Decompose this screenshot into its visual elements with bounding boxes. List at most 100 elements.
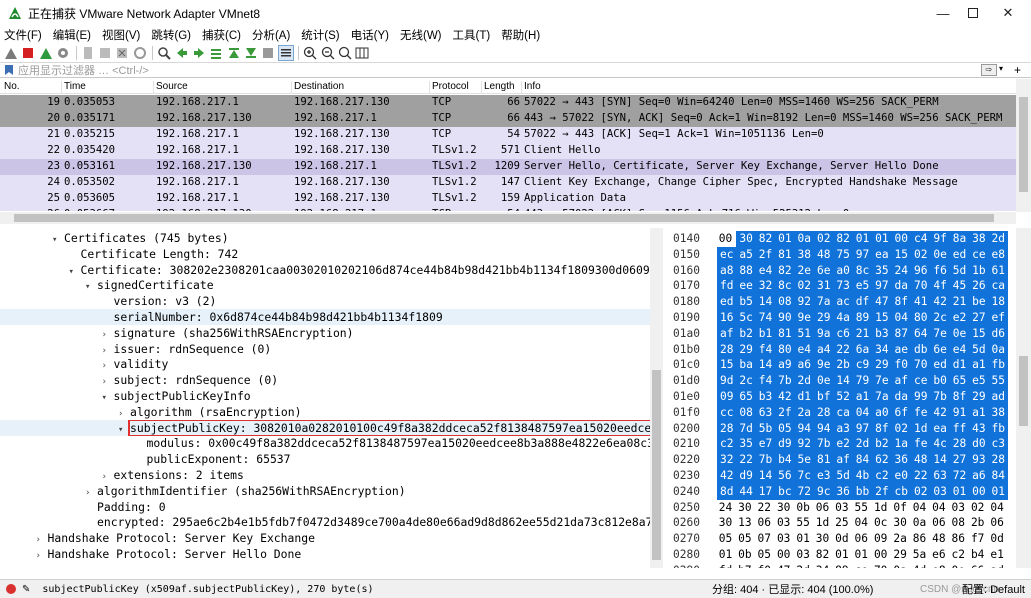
hex-byte[interactable]: 91 (949, 404, 970, 421)
column-length[interactable]: Length (484, 81, 522, 94)
hex-byte[interactable]: 00 (969, 483, 989, 500)
detail-tree-item[interactable]: › extensions: 2 items (0, 467, 650, 483)
detail-tree-item[interactable]: Padding: 0 (0, 499, 650, 515)
hex-byte[interactable]: 55 (988, 373, 1008, 390)
hex-byte[interactable]: fb (988, 420, 1008, 437)
hex-byte[interactable]: 04 (891, 310, 911, 326)
hex-byte[interactable]: 42 (930, 294, 950, 311)
find-packet-icon[interactable] (157, 46, 171, 60)
hex-byte[interactable]: 38 (969, 231, 989, 247)
hex-byte[interactable]: 70 (872, 563, 889, 568)
hex-byte[interactable]: b4 (775, 452, 795, 469)
hex-byte[interactable]: e4 (794, 341, 814, 358)
display-filter-input[interactable]: 应用显示过滤器 … <Ctrl-/> (18, 62, 149, 78)
hex-byte[interactable]: 62 (872, 452, 892, 469)
hex-byte[interactable]: 80 (775, 341, 795, 358)
hex-byte[interactable]: 03 (833, 500, 850, 516)
hex-byte[interactable]: 92 (794, 436, 814, 453)
hex-byte[interactable]: 1d (814, 515, 831, 531)
hex-byte[interactable]: 0c (872, 515, 889, 531)
hex-byte[interactable]: 35 (872, 262, 892, 279)
hex-byte[interactable]: 15 (717, 357, 737, 374)
hex-byte[interactable]: c2 (950, 547, 967, 563)
expand-right-icon[interactable]: › (102, 374, 114, 388)
hex-byte[interactable]: 7a (814, 294, 834, 311)
hex-byte[interactable]: e4 (755, 262, 776, 279)
hex-byte[interactable]: 0b (736, 547, 753, 563)
hex-byte[interactable]: 82 (775, 262, 795, 279)
hex-byte[interactable]: 22 (911, 468, 931, 484)
hex-byte[interactable]: c4 (911, 231, 931, 247)
packet-row[interactable]: 22 0.035420 192.168.217.1 192.168.217.130 TL… (0, 143, 1016, 159)
hex-byte[interactable]: 2d (794, 373, 814, 390)
filter-dropdown-icon[interactable]: ▾ (999, 64, 1009, 73)
hex-byte[interactable]: e5 (969, 373, 989, 390)
hex-byte[interactable]: 44 (736, 483, 756, 500)
hex-byte[interactable]: 01 (872, 231, 892, 247)
hex-byte[interactable]: 0b (795, 500, 812, 516)
go-back-icon[interactable] (175, 46, 189, 60)
hex-byte[interactable]: 08 (775, 294, 795, 311)
hex-byte[interactable]: 56 (775, 468, 795, 484)
hex-byte[interactable]: 0e (949, 325, 970, 342)
hex-byte[interactable]: da (891, 389, 911, 405)
hex-byte[interactable]: 42 (775, 389, 795, 405)
hex-byte[interactable]: 05 (717, 531, 734, 547)
first-packet-icon[interactable] (227, 46, 241, 60)
hex-byte[interactable]: b2 (736, 325, 756, 342)
hex-byte[interactable]: 1d (872, 500, 889, 516)
hex-byte[interactable]: 0e (814, 373, 834, 390)
hex-byte[interactable]: 4c (930, 436, 950, 453)
hex-byte[interactable]: 04 (853, 515, 870, 531)
resize-columns-icon[interactable] (355, 46, 369, 60)
hex-byte[interactable]: 86 (911, 531, 928, 547)
hex-byte[interactable]: ba (736, 357, 756, 374)
hex-byte[interactable]: 8c (852, 262, 873, 279)
hex-byte[interactable]: d9 (736, 468, 756, 484)
hex-byte[interactable]: 15 (891, 246, 911, 263)
hex-byte[interactable]: 1a (891, 436, 911, 453)
column-source[interactable]: Source (156, 81, 292, 94)
reload-icon[interactable] (133, 46, 147, 60)
hex-byte[interactable]: 97 (872, 278, 892, 295)
hex-byte[interactable]: ea (872, 246, 892, 263)
packet-row[interactable]: 19 0.035053 192.168.217.1 192.168.217.130 TC… (0, 95, 1016, 111)
hex-byte[interactable]: 0a (988, 341, 1008, 358)
hex-byte[interactable]: 26 (969, 278, 989, 295)
hex-byte[interactable]: e8 (988, 246, 1008, 263)
hex-byte[interactable]: 00 (891, 231, 911, 247)
hex-byte[interactable]: 87 (891, 325, 911, 342)
hex-byte[interactable]: 29 (892, 547, 909, 563)
hex-byte[interactable]: c6 (833, 325, 853, 342)
hex-byte[interactable]: f0 (891, 357, 911, 374)
hex-byte[interactable]: 30 (892, 515, 909, 531)
hex-byte[interactable]: 36 (833, 483, 853, 500)
hex-byte[interactable]: 5b (755, 420, 776, 437)
hex-byte[interactable]: a6 (969, 468, 989, 484)
filter-apply-icon[interactable]: ⇨ (981, 64, 997, 76)
hex-byte[interactable]: b5 (736, 294, 756, 311)
hex-byte[interactable]: 6a (852, 341, 873, 358)
hex-byte[interactable]: 25 (833, 515, 850, 531)
hex-byte[interactable]: 28 (717, 341, 737, 358)
hex-byte[interactable]: fe (911, 404, 931, 421)
add-filter-button[interactable]: + (1014, 63, 1021, 77)
hex-byte[interactable]: 2b (969, 515, 986, 531)
hex-byte[interactable]: b7 (736, 563, 753, 568)
hex-byte[interactable]: 52 (833, 389, 853, 405)
detail-tree-item[interactable]: Certificate Length: 742 (0, 246, 650, 262)
hex-byte[interactable]: 30 (736, 231, 756, 247)
packet-row[interactable]: 20 0.035171 192.168.217.130 192.168.217.1 TC… (0, 111, 1016, 127)
detail-tree-item[interactable]: › subject: rdnSequence (0) (0, 372, 650, 388)
detail-tree-item[interactable]: ▾ signedCertificate (0, 277, 650, 293)
hex-byte[interactable]: 7e (872, 373, 892, 390)
detail-tree-item[interactable]: version: v3 (2) (0, 293, 650, 309)
hex-byte[interactable]: 04 (911, 500, 928, 516)
hex-byte[interactable]: 02 (911, 246, 931, 263)
detail-tree-item[interactable]: publicExponent: 65537 (0, 451, 650, 467)
hex-byte[interactable]: d1 (949, 357, 970, 374)
detail-tree-item[interactable]: ▾ Certificates (745 bytes) (0, 230, 650, 246)
hex-byte[interactable]: 5a (911, 547, 928, 563)
column-destination[interactable]: Destination (294, 81, 430, 94)
hex-byte[interactable]: 02 (891, 420, 911, 437)
